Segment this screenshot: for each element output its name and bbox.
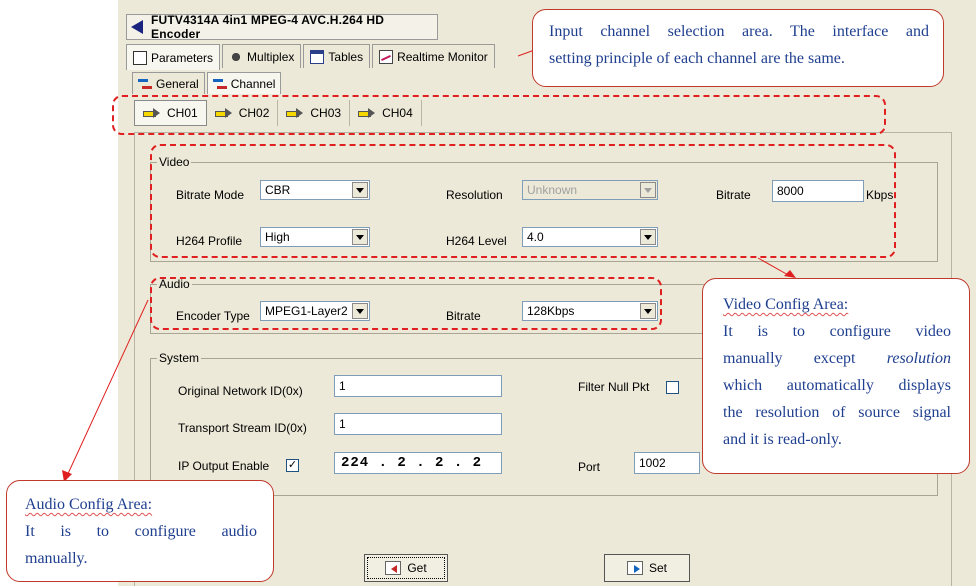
callout-text: It is to configure audio <box>25 523 257 540</box>
audio-arrow-line <box>65 299 149 479</box>
callout-text-part: manually except <box>723 350 887 367</box>
callout-title-text: Audio Config Area: <box>25 496 153 513</box>
callout-text: and it is read-only. <box>723 431 842 448</box>
callout-text: manually except resolution <box>723 345 951 372</box>
callout-text: It is to configure video <box>723 323 951 340</box>
callout-title: Video Config Area: <box>723 291 951 318</box>
callout-text-italic: resolution <box>886 350 951 367</box>
callout-title: Audio Config Area: <box>25 491 257 518</box>
callout-video: Video Config Area: It is to configure vi… <box>702 278 970 474</box>
callout-input-channel: Input channel selection area. The interf… <box>532 9 944 87</box>
callout-text: which automatically displays <box>723 377 951 394</box>
video-arrow-line <box>757 257 791 277</box>
callout-text: setting principle of each channel are th… <box>549 50 845 67</box>
callout-text: manually. <box>25 550 88 567</box>
callout-audio: Audio Config Area: It is to configure au… <box>6 480 274 582</box>
callout-text: the resolution of source signal <box>723 404 951 421</box>
callout-text: Input channel selection area. The interf… <box>549 23 929 40</box>
callout-title-text: Video Config Area: <box>723 296 849 313</box>
